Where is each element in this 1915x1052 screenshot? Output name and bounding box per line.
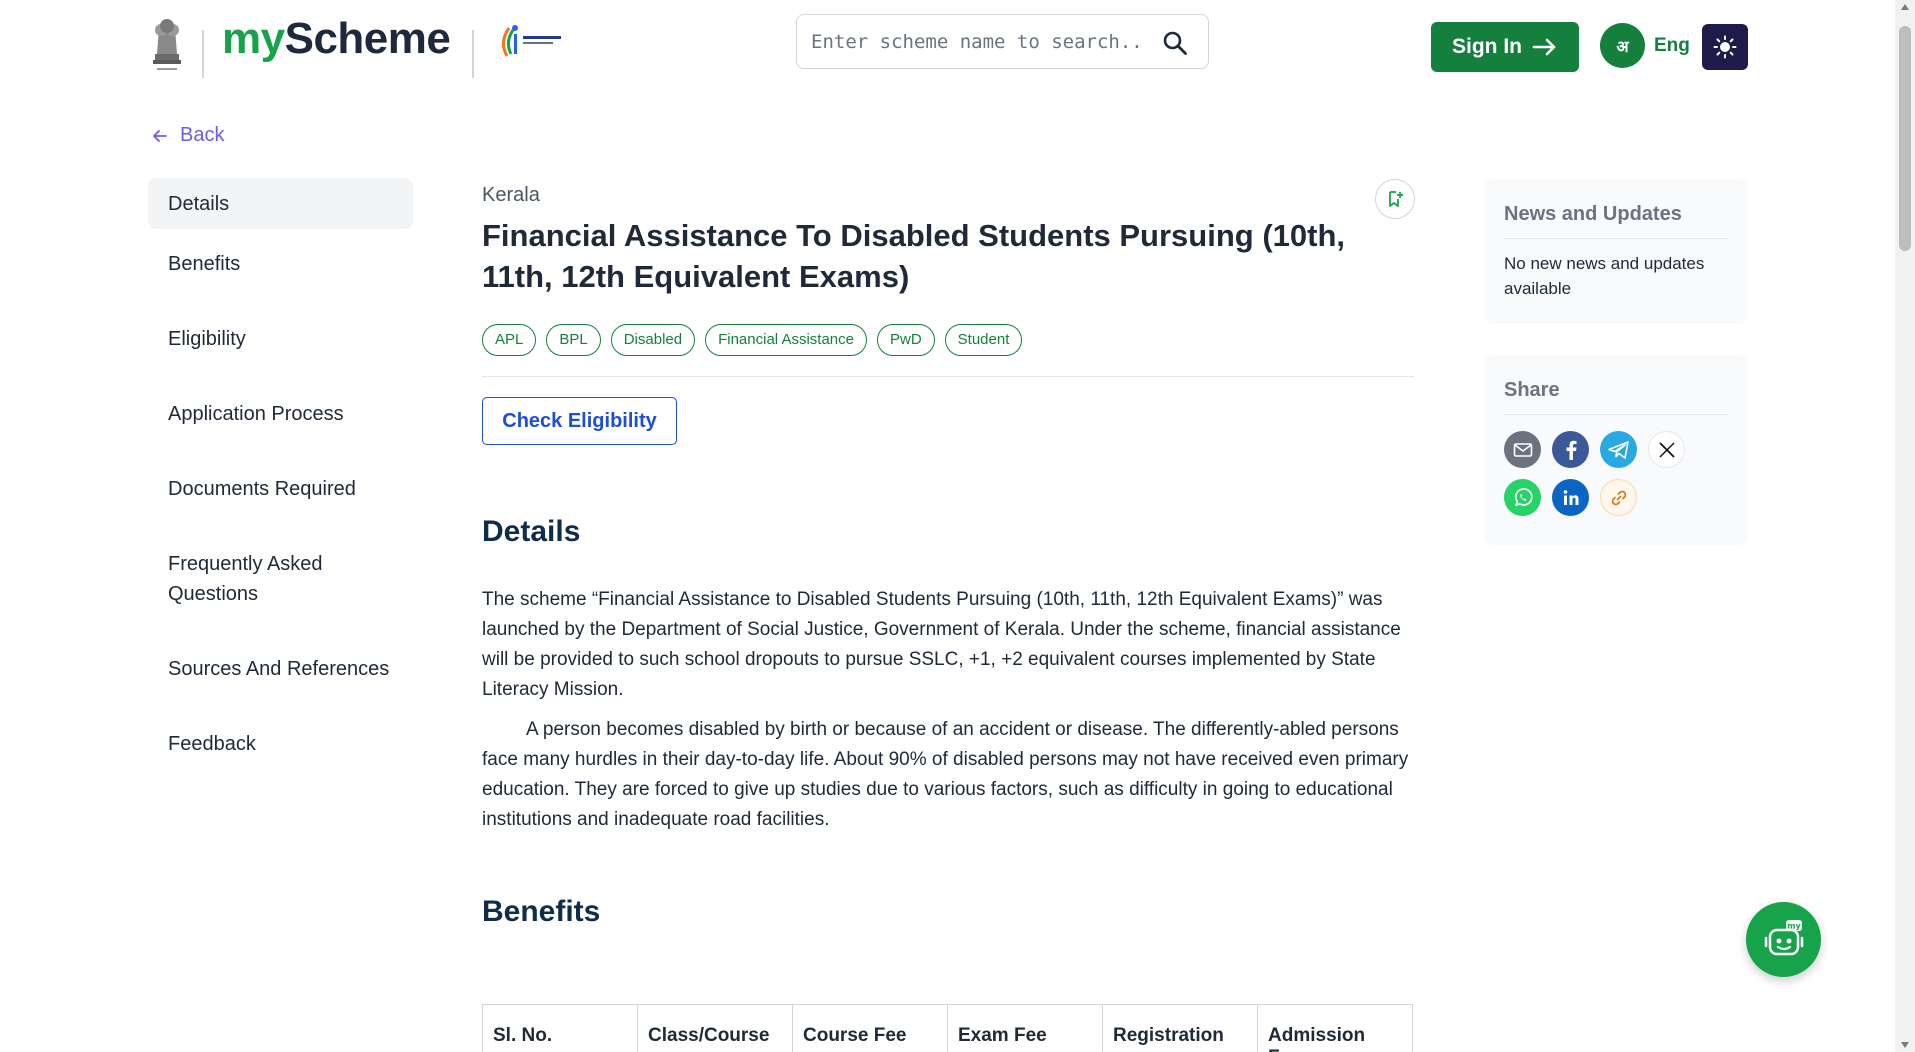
x-icon[interactable] — [1648, 431, 1685, 468]
nav-item-application-process[interactable]: Application Process — [148, 399, 413, 429]
linkedin-icon[interactable] — [1552, 479, 1589, 516]
chatbot-icon: my — [1764, 919, 1803, 955]
tag-list: APL BPL Disabled Financial Assistance Pw… — [482, 324, 1023, 356]
nav-item-sources-and-references[interactable]: Sources And References — [148, 654, 413, 684]
nav-item-details[interactable]: Details — [148, 178, 413, 229]
scrollbar-thumb[interactable] — [1899, 26, 1911, 251]
section-nav: Details Benefits Eligibility Application… — [148, 178, 413, 759]
table-header-cell: Admission Fee — [1257, 1004, 1413, 1052]
sun-icon — [1713, 35, 1737, 59]
table-header-cell: Sl. No. — [482, 1004, 638, 1052]
back-label: Back — [180, 124, 225, 146]
page-scrollbar[interactable] — [1895, 0, 1915, 1052]
scheme-state: Kerala — [482, 184, 540, 206]
share-row — [1504, 431, 1685, 468]
search-box[interactable] — [796, 14, 1209, 69]
arrow-left-icon — [153, 129, 167, 142]
divider — [1504, 414, 1728, 415]
myscheme-logo[interactable]: myScheme — [222, 14, 451, 64]
benefits-heading: Benefits — [482, 895, 601, 928]
nav-item-benefits[interactable]: Benefits — [148, 249, 413, 279]
scroll-up-arrow-icon[interactable] — [1901, 4, 1909, 10]
news-empty-text: No new news and updates available — [1504, 254, 1705, 298]
svg-text:my: my — [1787, 921, 1801, 930]
back-link[interactable]: Back — [152, 124, 224, 147]
scroll-down-arrow-icon[interactable] — [1901, 1042, 1909, 1048]
language-icon-text: अ — [1616, 38, 1629, 56]
search-input[interactable] — [811, 27, 1141, 57]
bookmark-button[interactable] — [1375, 179, 1415, 219]
sign-in-label: Sign In — [1452, 35, 1522, 58]
search-icon[interactable] — [1162, 30, 1188, 56]
telegram-icon[interactable] — [1600, 431, 1637, 468]
facebook-icon[interactable] — [1552, 431, 1589, 468]
benefits-table: Sl. No. Class/Course Course Fee Exam Fee… — [482, 1004, 1413, 1052]
table-header-cell: Exam Fee — [947, 1004, 1103, 1052]
email-icon[interactable] — [1504, 431, 1541, 468]
divider — [482, 376, 1414, 377]
table-header-cell: Course Fee — [792, 1004, 948, 1052]
language-selector[interactable]: Eng — [1654, 35, 1690, 57]
arrow-right-icon — [1532, 38, 1556, 56]
brand-scheme: Scheme — [284, 14, 451, 63]
header-divider — [202, 30, 204, 78]
nav-item-feedback[interactable]: Feedback — [148, 729, 413, 759]
site-header: myScheme Sign In अ Eng — [0, 0, 1895, 90]
news-card: News and Updates No new news and updates… — [1484, 179, 1748, 324]
tag[interactable]: Financial Assistance — [705, 324, 867, 356]
table-header-cell: Class/Course — [637, 1004, 793, 1052]
bookmark-add-icon — [1389, 191, 1403, 207]
nav-item-documents-required[interactable]: Documents Required — [148, 474, 413, 504]
tag[interactable]: Student — [944, 324, 1023, 356]
tag[interactable]: APL — [482, 324, 537, 356]
divider — [1504, 238, 1728, 239]
share-title: Share — [1504, 379, 1560, 401]
link-icon[interactable] — [1600, 479, 1637, 516]
share-card: Share — [1484, 355, 1748, 545]
scheme-title: Financial Assistance To Disabled Student… — [482, 218, 1346, 294]
header-divider — [472, 30, 474, 78]
chatbot-button[interactable]: my — [1746, 902, 1821, 977]
digital-india-logo[interactable] — [497, 20, 569, 64]
details-paragraph: A person becomes disabled by birth or be… — [482, 719, 1409, 830]
share-row — [1504, 479, 1637, 516]
nav-item-eligibility[interactable]: Eligibility — [148, 324, 413, 354]
news-title: News and Updates — [1504, 203, 1682, 225]
sign-in-button[interactable]: Sign In — [1431, 22, 1579, 72]
tag[interactable]: PwD — [877, 324, 935, 356]
brand-my: my — [222, 14, 285, 63]
whatsapp-icon[interactable] — [1504, 479, 1541, 516]
table-header-row: Sl. No. Class/Course Course Fee Exam Fee… — [482, 1004, 1413, 1052]
details-heading: Details — [482, 515, 581, 548]
details-paragraph: The scheme “Financial Assistance to Disa… — [482, 589, 1401, 700]
tag[interactable]: BPL — [546, 324, 601, 356]
table-header-cell: Registration — [1102, 1004, 1258, 1052]
tag[interactable]: Disabled — [610, 324, 696, 356]
check-eligibility-button[interactable]: Check Eligibility — [482, 397, 677, 445]
theme-toggle-button[interactable] — [1702, 24, 1748, 70]
national-emblem-icon[interactable] — [147, 14, 187, 76]
nav-item-faq[interactable]: Frequently Asked Questions — [148, 549, 348, 609]
language-icon[interactable]: अ — [1600, 23, 1645, 68]
